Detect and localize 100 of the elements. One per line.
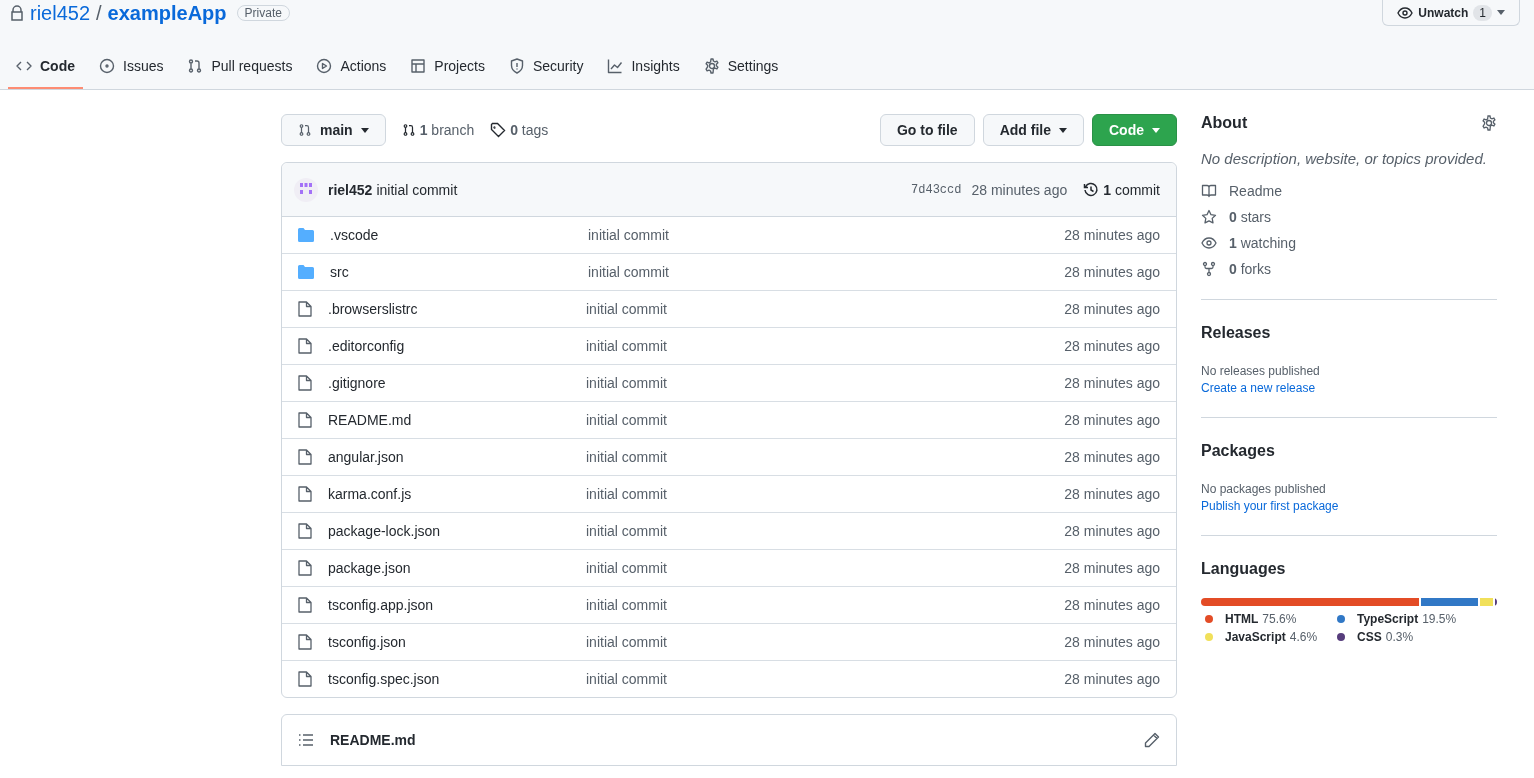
book-icon (1201, 183, 1217, 199)
fork-icon (1201, 261, 1217, 277)
add-file-button[interactable]: Add file (982, 114, 1084, 146)
repo-tab[interactable]: Insights (599, 50, 688, 89)
history-icon (1083, 181, 1100, 198)
file-icon (298, 634, 312, 650)
file-icon (298, 338, 312, 354)
file-commit-link[interactable]: initial commit (586, 412, 1065, 428)
folder-icon (298, 228, 314, 242)
language-link[interactable]: HTML 75.6% (1205, 612, 1317, 626)
language-link[interactable]: CSS 0.3% (1337, 630, 1450, 644)
file-commit-link[interactable]: initial commit (586, 597, 1065, 613)
file-commit-link[interactable]: initial commit (586, 449, 1065, 465)
file-name-link[interactable]: .editorconfig (328, 338, 586, 354)
file-icon (298, 523, 312, 539)
about-stat-link[interactable]: Readme (1201, 183, 1497, 199)
commit-sha-link[interactable]: 7d43ccd (911, 182, 962, 197)
issue-icon (99, 58, 115, 74)
settings-icon[interactable] (1481, 115, 1497, 131)
caret-icon (1497, 10, 1505, 15)
language-link[interactable]: JavaScript 4.6% (1205, 630, 1318, 644)
file-commit-time: 28 minutes ago (1064, 597, 1160, 613)
about-stat-link[interactable]: 1 watching (1201, 235, 1497, 251)
pencil-icon[interactable] (1144, 732, 1160, 748)
file-name-link[interactable]: .vscode (330, 227, 588, 243)
file-commit-link[interactable]: initial commit (586, 671, 1065, 687)
file-commit-time: 28 minutes ago (1064, 227, 1160, 243)
pull-request-icon (187, 58, 204, 74)
path-separator: / (96, 1, 102, 25)
tags-link[interactable]: 0 tags (490, 122, 549, 138)
unwatch-button[interactable]: Unwatch 1 (1382, 0, 1520, 26)
file-icon (298, 671, 312, 687)
file-commit-link[interactable]: initial commit (586, 523, 1065, 539)
repo-tab[interactable]: Projects (402, 50, 493, 89)
branch-icon (298, 122, 312, 138)
about-heading: About (1201, 114, 1248, 132)
file-icon (298, 449, 312, 465)
graph-icon (607, 58, 624, 74)
repo-tab[interactable]: Security (500, 50, 592, 89)
about-stat-link[interactable]: 0 forks (1201, 261, 1497, 277)
file-commit-time: 28 minutes ago (1064, 264, 1160, 280)
file-icon (298, 486, 312, 502)
file-commit-link[interactable]: initial commit (586, 486, 1065, 502)
file-commit-link[interactable]: initial commit (588, 227, 1065, 243)
file-name-link[interactable]: karma.conf.js (328, 486, 586, 502)
file-name-link[interactable]: tsconfig.spec.json (328, 671, 586, 687)
repo-tab[interactable]: Pull requests (179, 50, 301, 89)
file-commit-time: 28 minutes ago (1064, 412, 1160, 428)
file-commit-link[interactable]: initial commit (586, 301, 1065, 317)
file-name-link[interactable]: tsconfig.json (328, 634, 586, 650)
file-commit-link[interactable]: initial commit (586, 338, 1065, 354)
file-name-link[interactable]: README.md (328, 412, 586, 428)
repo-tab[interactable]: Actions (308, 50, 395, 89)
file-icon (298, 301, 312, 317)
caret-icon (1059, 127, 1067, 133)
caret-icon (1152, 127, 1160, 133)
file-commit-link[interactable]: initial commit (588, 264, 1065, 280)
file-name-link[interactable]: package-lock.json (328, 523, 586, 539)
table-icon (410, 58, 427, 74)
branch-icon (401, 122, 416, 138)
go-to-file-button[interactable]: Go to file (880, 114, 975, 146)
file-name-link[interactable]: angular.json (328, 449, 586, 465)
file-name-link[interactable]: tsconfig.app.json (328, 597, 586, 613)
about-stat-link[interactable]: 0 stars (1201, 209, 1497, 225)
branch-select-button[interactable]: main (281, 114, 386, 146)
releases-heading: Releases (1201, 324, 1272, 342)
star-icon (1201, 209, 1217, 225)
file-name-link[interactable]: package.json (328, 560, 586, 576)
play-icon (316, 58, 333, 74)
create-release-link[interactable]: Create a new release (1201, 381, 1497, 395)
list-icon (298, 733, 314, 747)
commit-message-link[interactable]: initial commit (376, 181, 458, 198)
settings-icon (703, 58, 720, 74)
owner-link[interactable]: riel452 (30, 1, 91, 25)
language-link[interactable]: TypeScript 19.5% (1337, 612, 1457, 626)
file-icon (298, 375, 312, 391)
repo-name-link[interactable]: exampleApp (107, 1, 227, 25)
file-icon (298, 412, 312, 428)
repo-tab[interactable]: Settings (695, 50, 787, 89)
file-commit-time: 28 minutes ago (1064, 338, 1160, 354)
commit-author-link[interactable]: riel452 (328, 181, 373, 198)
avatar-icon (294, 177, 318, 202)
branches-link[interactable]: 1 branch (401, 122, 475, 138)
caret-icon (360, 127, 369, 133)
repo-tab[interactable]: Issues (91, 50, 172, 89)
file-commit-time: 28 minutes ago (1064, 449, 1160, 465)
file-name-link[interactable]: .browserslistrc (328, 301, 586, 317)
commit-history-link[interactable]: 1 commit (1083, 181, 1160, 198)
file-commit-link[interactable]: initial commit (586, 634, 1065, 650)
about-description: No description, website, or topics provided. (1201, 150, 1488, 167)
packages-heading: Packages (1201, 442, 1276, 460)
file-commit-link[interactable]: initial commit (586, 560, 1065, 576)
file-name-link[interactable]: .gitignore (328, 375, 586, 391)
file-name-link[interactable]: src (330, 264, 588, 280)
eye-icon (1397, 4, 1414, 21)
file-commit-link[interactable]: initial commit (586, 375, 1065, 391)
file-commit-time: 28 minutes ago (1064, 301, 1160, 317)
file-commit-time: 28 minutes ago (1064, 486, 1160, 502)
publish-package-link[interactable]: Publish your first package (1201, 499, 1497, 513)
repo-tab[interactable]: Code (8, 50, 83, 89)
